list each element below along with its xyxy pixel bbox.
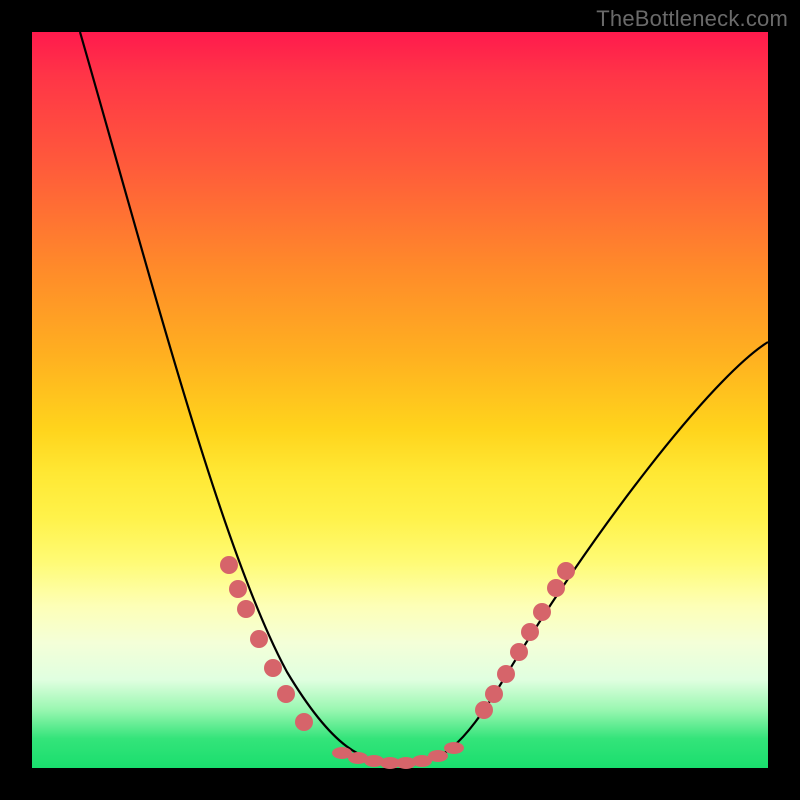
chart-stage: TheBottleneck.com [0,0,800,800]
marker-right [557,562,575,580]
watermark-text: TheBottleneck.com [596,6,788,32]
marker-left [237,600,255,618]
marker-right [497,665,515,683]
marker-right [485,685,503,703]
curve-svg [32,32,768,768]
marker-right [533,603,551,621]
marker-right [510,643,528,661]
marker-left [229,580,247,598]
marker-right [521,623,539,641]
bottleneck-curve [80,32,768,764]
plot-area [32,32,768,768]
marker-bottom [428,750,448,762]
marker-right [547,579,565,597]
marker-bottom [444,742,464,754]
marker-right [475,701,493,719]
marker-left [250,630,268,648]
marker-left [264,659,282,677]
marker-left [295,713,313,731]
marker-left [277,685,295,703]
marker-left [220,556,238,574]
